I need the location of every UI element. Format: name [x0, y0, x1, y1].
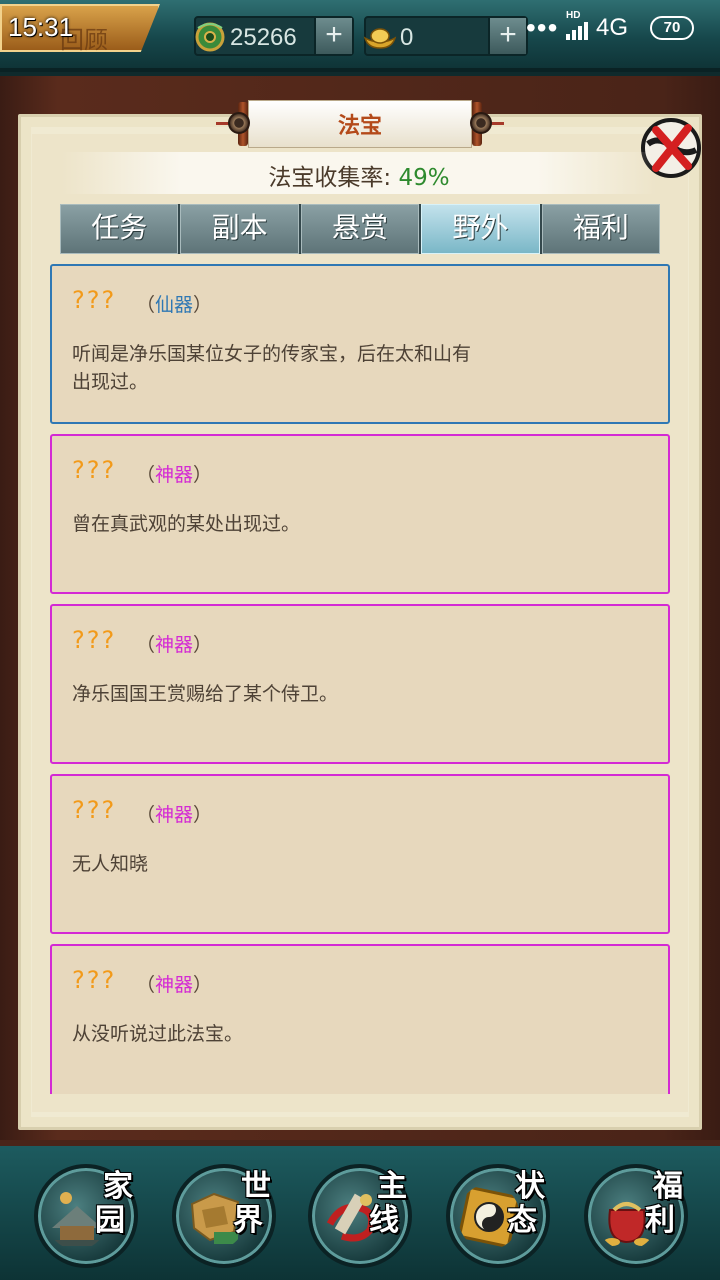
grade-close-paren: ）: [193, 294, 213, 316]
gold-currency-box: 0 +: [363, 16, 528, 56]
nav-world-label-top: 世: [241, 1169, 271, 1204]
nav-world-label-bottom: 界: [233, 1203, 263, 1238]
treasure-name: ???: [72, 286, 117, 314]
status-clock: 15:31: [8, 12, 74, 42]
list-item[interactable]: ??? （神器） 从没听说过此法宝。: [50, 944, 670, 1094]
nav-home-label-bottom: 园: [95, 1203, 125, 1238]
panel-title-scroll: 法宝: [216, 98, 504, 150]
tab-welfare[interactable]: 福利: [541, 204, 661, 254]
panel-title: 法宝: [337, 114, 382, 139]
grade-open-paren: （: [136, 464, 156, 486]
treasure-name: ???: [72, 796, 117, 824]
nav-main-quest-label-top: 主: [377, 1169, 407, 1204]
grade-close-paren: ）: [193, 634, 213, 656]
category-tabs: 任务 副本 悬赏 野外 福利: [60, 204, 661, 254]
grade-word: 神器: [155, 804, 194, 826]
nav-home-label: 家 园: [95, 1169, 138, 1238]
treasure-list[interactable]: ??? （仙器） 听闻是净乐国某位女子的传家宝，后在太和山有出现过。 ??? （…: [50, 264, 670, 1094]
tab-dungeon[interactable]: 副本: [180, 204, 299, 254]
nav-welfare-label: 福 利: [645, 1169, 688, 1238]
grade-open-paren: （: [136, 804, 156, 826]
list-item[interactable]: ??? （神器） 无人知晓: [50, 774, 670, 934]
treasure-description: 无人知晓: [72, 853, 149, 875]
treasure-description: 从没听说过此法宝。: [72, 1023, 244, 1045]
nav-status-label: 状 态: [507, 1169, 550, 1238]
bottom-navigation: 家 园 世 界 主 线 状 态 福 利: [0, 1140, 720, 1280]
collection-rate-value: 49%: [398, 165, 450, 191]
grade-close-paren: ）: [193, 804, 213, 826]
treasure-description: 净乐国国王赏赐给了某个侍卫。: [72, 683, 339, 705]
nav-main-quest-label: 主 线: [369, 1169, 412, 1238]
treasure-description: 听闻是净乐国某位女子的传家宝，后在太和山有出现过。: [72, 343, 472, 393]
jade-coin-icon: [195, 22, 225, 52]
nav-world-label: 世 界: [233, 1169, 276, 1238]
treasure-name: ???: [72, 626, 117, 654]
nav-welfare-label-bottom: 利: [645, 1203, 675, 1238]
grade-word: 仙器: [155, 294, 194, 316]
treasure-name: ???: [72, 456, 117, 484]
nav-welfare-label-top: 福: [653, 1169, 683, 1204]
treasure-grade: （神器）: [136, 800, 212, 827]
system-status: ••• HD 4G 70: [526, 10, 712, 46]
nav-home-button[interactable]: 家 园: [34, 1164, 138, 1268]
treasure-grade: （神器）: [136, 460, 212, 487]
grade-word: 神器: [155, 464, 194, 486]
tab-bounty[interactable]: 悬赏: [300, 204, 420, 254]
list-item[interactable]: ??? （神器） 曾在真武观的某处出现过。: [50, 434, 670, 594]
top-resource-bar: 回顾 15:31 25266 + 0 + ••• HD 4G 70: [0, 0, 720, 72]
collection-rate-label: 法宝收集率:: [268, 165, 399, 191]
signal-icon: [566, 22, 588, 40]
add-gold-button[interactable]: +: [488, 18, 526, 54]
add-jade-button[interactable]: +: [314, 18, 352, 54]
grade-open-paren: （: [136, 974, 156, 996]
treasure-grade: （神器）: [136, 970, 212, 997]
nav-main-quest-label-bottom: 线: [369, 1203, 399, 1238]
jade-amount: 25266: [230, 24, 297, 51]
treasure-description: 曾在真武观的某处出现过。: [72, 513, 301, 535]
grade-close-paren: ）: [193, 974, 213, 996]
grade-close-paren: ）: [193, 464, 213, 486]
gold-ingot-icon: [363, 28, 397, 49]
nav-home-label-top: 家: [103, 1169, 133, 1204]
jade-currency-box: 25266 +: [194, 16, 354, 56]
network-type: 4G: [596, 14, 629, 41]
grade-word: 神器: [155, 974, 194, 996]
tab-quest[interactable]: 任务: [60, 204, 179, 254]
nav-welfare-button[interactable]: 福 利: [584, 1164, 688, 1268]
list-item[interactable]: ??? （仙器） 听闻是净乐国某位女子的传家宝，后在太和山有出现过。: [50, 264, 670, 424]
treasure-grade: （仙器）: [136, 290, 212, 317]
collection-rate-bar: 法宝收集率: 49%: [62, 152, 656, 194]
treasure-name: ???: [72, 966, 117, 994]
tab-wild[interactable]: 野外: [421, 204, 540, 254]
nav-main-quest-button[interactable]: 主 线: [308, 1164, 412, 1268]
nav-status-label-top: 状: [515, 1169, 545, 1204]
grade-open-paren: （: [136, 634, 156, 656]
collection-rate: 法宝收集率: 49%: [62, 158, 656, 192]
grade-open-paren: （: [136, 294, 156, 316]
nav-status-label-bottom: 态: [507, 1203, 537, 1238]
grade-word: 神器: [155, 634, 194, 656]
gold-amount: 0: [400, 24, 414, 51]
more-dots-icon: •••: [526, 12, 559, 43]
battery-indicator: 70: [650, 16, 694, 40]
treasure-grade: （神器）: [136, 630, 212, 657]
list-item[interactable]: ??? （神器） 净乐国国王赏赐给了某个侍卫。: [50, 604, 670, 764]
nav-world-button[interactable]: 世 界: [172, 1164, 276, 1268]
nav-status-button[interactable]: 状 态: [446, 1164, 550, 1268]
